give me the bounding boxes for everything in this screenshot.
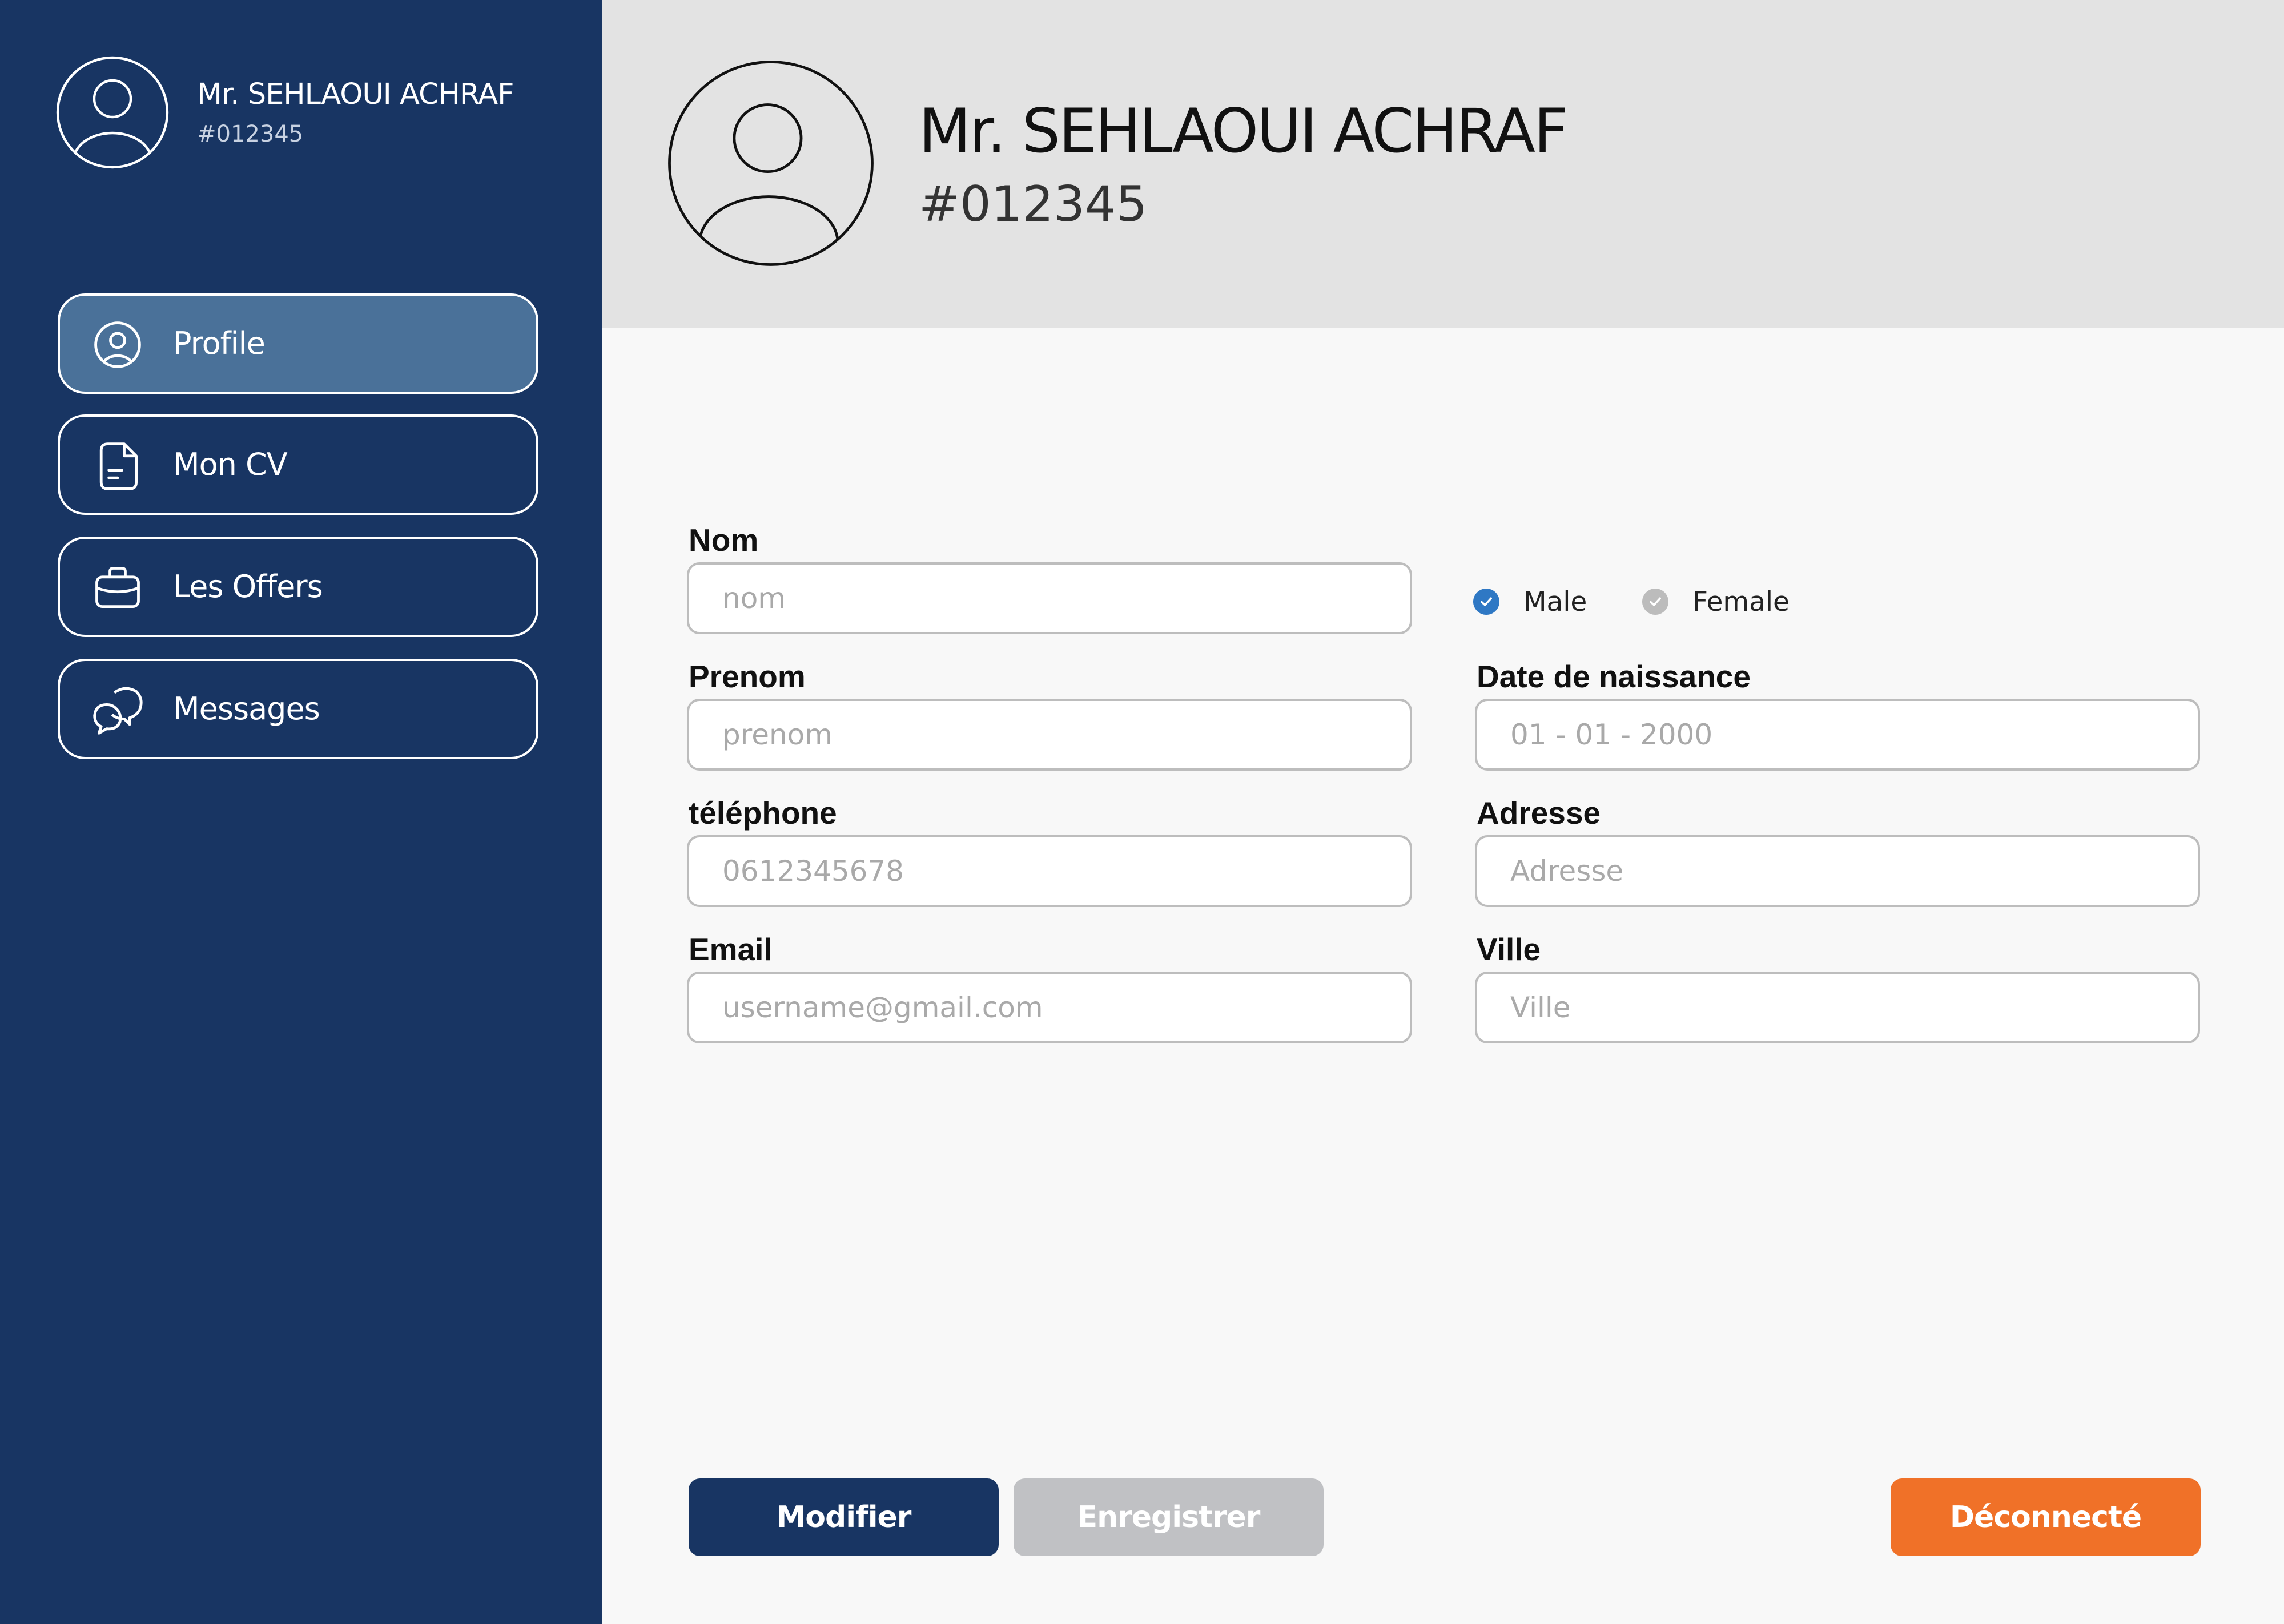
chat-bubbles-icon bbox=[93, 687, 143, 735]
ville-input[interactable] bbox=[1475, 972, 2200, 1043]
nom-label: Nom bbox=[689, 522, 759, 558]
sidebar-item-label: Profile bbox=[173, 325, 266, 361]
checkmark-icon bbox=[1473, 589, 1499, 615]
prenom-label: Prenom bbox=[689, 659, 806, 694]
briefcase-icon bbox=[95, 567, 140, 609]
deconnecte-button[interactable]: Déconnecté bbox=[1891, 1478, 2201, 1556]
gender-label: Female bbox=[1692, 586, 1790, 618]
sidebar-item-label: Mon CV bbox=[173, 446, 288, 482]
telephone-label: téléphone bbox=[689, 795, 837, 831]
enregistrer-button[interactable]: Enregistrer bbox=[1014, 1478, 1324, 1556]
gender-radio-female[interactable]: Female bbox=[1642, 585, 1790, 619]
email-label: Email bbox=[689, 932, 773, 967]
sidebar-user-name: Mr. SEHLAOUI ACHRAF bbox=[197, 78, 514, 111]
profile-name: Mr. SEHLAOUI ACHRAF bbox=[919, 96, 1569, 166]
profile-header: Mr. SEHLAOUI ACHRAF #012345 bbox=[602, 0, 2284, 328]
telephone-input[interactable] bbox=[687, 835, 1412, 907]
sidebar-item-label: Messages bbox=[173, 691, 320, 727]
sidebar-item-mon-cv[interactable]: Mon CV bbox=[58, 414, 538, 515]
gender-radio-male[interactable]: Male bbox=[1473, 585, 1587, 619]
sidebar-item-profile[interactable]: Profile bbox=[58, 293, 538, 394]
modifier-button[interactable]: Modifier bbox=[689, 1478, 999, 1556]
date-naissance-label: Date de naissance bbox=[1477, 659, 1751, 694]
ville-label: Ville bbox=[1477, 932, 1541, 967]
sidebar-item-label: Les Offers bbox=[173, 569, 323, 605]
email-input[interactable] bbox=[687, 972, 1412, 1043]
user-circle-icon bbox=[94, 321, 141, 368]
user-avatar-icon bbox=[668, 61, 874, 266]
date-naissance-input[interactable] bbox=[1475, 699, 2200, 771]
gender-label: Male bbox=[1523, 586, 1587, 618]
sidebar-item-messages[interactable]: Messages bbox=[58, 659, 538, 759]
sidebar-item-les-offers[interactable]: Les Offers bbox=[58, 537, 538, 637]
sidebar: Mr. SEHLAOUI ACHRAF #012345 Profile Mon … bbox=[0, 0, 602, 1624]
checkmark-icon bbox=[1642, 589, 1668, 615]
user-avatar-icon bbox=[56, 56, 169, 169]
adresse-input[interactable] bbox=[1475, 835, 2200, 907]
sidebar-user-id: #012345 bbox=[197, 121, 304, 147]
document-icon bbox=[99, 442, 138, 490]
prenom-input[interactable] bbox=[687, 699, 1412, 771]
nom-input[interactable] bbox=[687, 562, 1412, 634]
profile-id: #012345 bbox=[919, 176, 1148, 233]
adresse-label: Adresse bbox=[1477, 795, 1601, 831]
